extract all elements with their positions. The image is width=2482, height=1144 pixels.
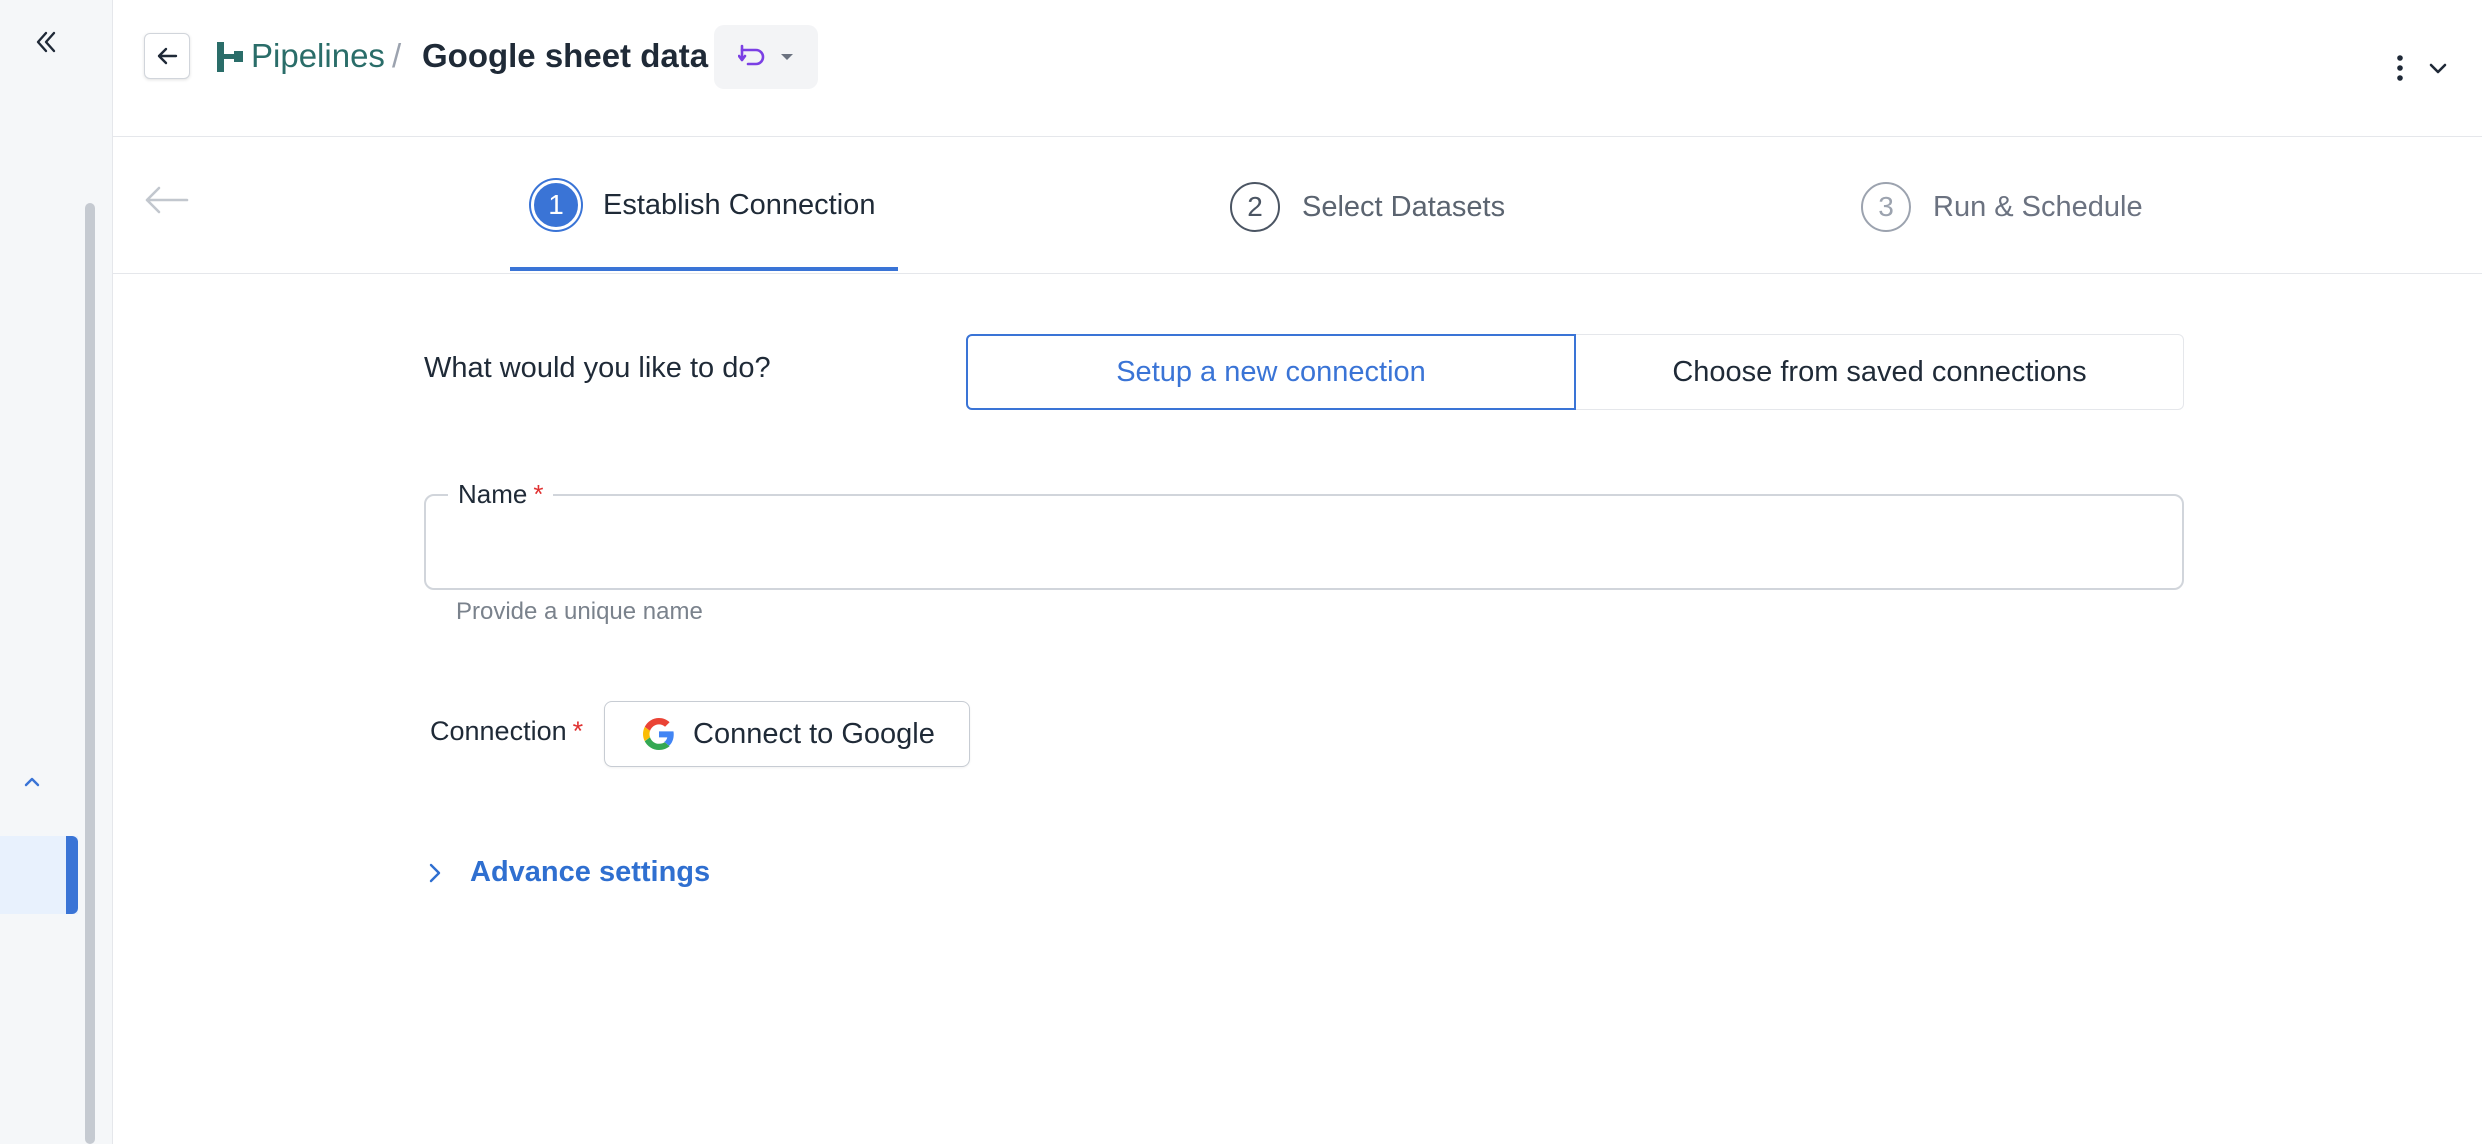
version-branch-icon [738, 44, 765, 66]
name-label: Name * [448, 477, 554, 511]
action-question: What would you like to do? [424, 352, 771, 384]
required-asterisk: * [572, 716, 584, 746]
name-label-text: Name [458, 479, 528, 509]
google-logo-icon [643, 718, 674, 750]
more-vertical-icon[interactable] [2390, 48, 2410, 88]
page-header: Pipelines / Google sheet data [113, 0, 2482, 137]
step-number: 2 [1230, 182, 1280, 232]
step-label: Select Datasets [1302, 190, 1506, 223]
breadcrumb-separator: / [392, 37, 402, 74]
step-number: 1 [531, 180, 581, 230]
step-back-arrow-icon[interactable] [143, 185, 189, 215]
name-input[interactable] [454, 518, 2158, 568]
step-establish-connection[interactable]: 1 Establish Connection [531, 137, 875, 273]
page-title: Google sheet data [422, 37, 709, 74]
wizard-stepper: 1 Establish Connection 2 Select Datasets… [113, 137, 2482, 274]
chevron-down-icon[interactable] [2422, 52, 2454, 84]
version-dropdown-button[interactable] [714, 25, 818, 89]
step-label: Run & Schedule [1933, 190, 2143, 223]
chevron-right-icon [429, 863, 441, 882]
sidebar-scrollbar[interactable] [85, 203, 95, 1144]
left-sidebar [0, 0, 113, 1144]
caret-down-icon [781, 54, 793, 60]
chevron-up-icon[interactable] [14, 764, 50, 800]
step-number: 3 [1861, 182, 1911, 232]
back-button[interactable] [144, 33, 190, 79]
connect-to-google-label: Connect to Google [693, 717, 935, 750]
connection-label: Connection * [430, 716, 583, 747]
setup-new-connection-button[interactable]: Setup a new connection [966, 334, 1576, 410]
arrow-left-icon [157, 47, 178, 65]
step-label: Establish Connection [603, 188, 876, 221]
required-asterisk: * [533, 479, 544, 509]
breadcrumb-pipelines[interactable]: Pipelines [251, 34, 385, 78]
step-run-schedule[interactable]: 3 Run & Schedule [1861, 139, 2143, 275]
choose-saved-connections-button[interactable]: Choose from saved connections [1576, 334, 2184, 410]
connection-label-text: Connection [430, 716, 567, 746]
double-chevron-left-icon[interactable] [26, 22, 66, 62]
step-select-datasets[interactable]: 2 Select Datasets [1230, 139, 1505, 275]
name-helper-text: Provide a unique name [456, 598, 703, 625]
active-step-underline [510, 267, 898, 271]
pipeline-icon [217, 42, 243, 72]
advance-settings-toggle[interactable]: Advance settings [424, 856, 710, 889]
name-field[interactable] [424, 494, 2184, 590]
sidebar-active-indicator [66, 836, 78, 914]
connect-to-google-button[interactable]: Connect to Google [604, 701, 970, 767]
advance-settings-label: Advance settings [470, 856, 711, 888]
